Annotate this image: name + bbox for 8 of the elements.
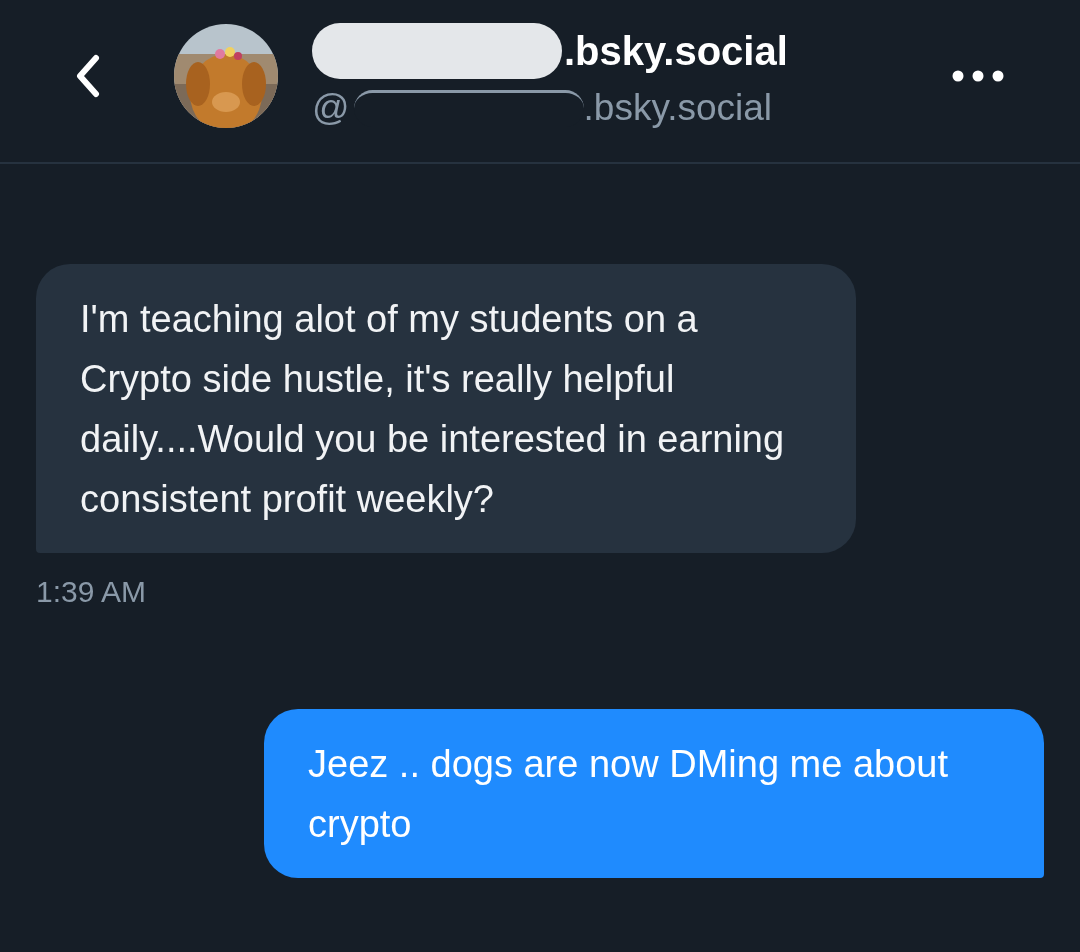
message-bubble: I'm teaching alot of my students on a Crypto side hustle, it's really helpful daily....Would you be interested in earning consistent profit weekly? bbox=[36, 264, 856, 553]
user-handle: .bsky.social bbox=[583, 87, 773, 129]
handle-prefix: @ bbox=[312, 87, 350, 129]
back-icon[interactable] bbox=[74, 54, 100, 98]
message-bubble: Jeez .. dogs are now DMing me about crypto bbox=[264, 709, 1044, 878]
more-options-icon[interactable] bbox=[952, 70, 1004, 82]
display-name: .bsky.social bbox=[564, 28, 788, 74]
message-time: 1:39 AM bbox=[36, 575, 147, 609]
